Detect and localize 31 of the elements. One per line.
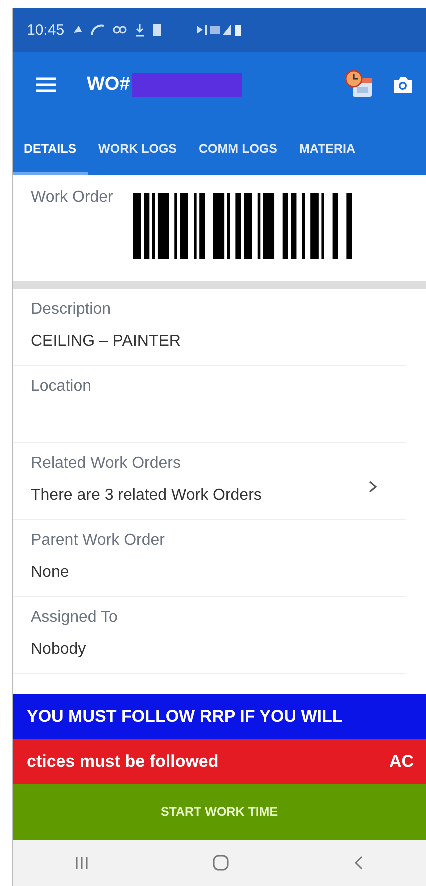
- calendar-clock-icon: [344, 70, 374, 100]
- field-label: Assigned To: [31, 609, 119, 627]
- chevron-right-icon: [368, 480, 378, 494]
- back-icon[interactable]: [352, 854, 365, 872]
- camera-icon: [392, 75, 414, 95]
- tab[interactable]: MATERIA: [288, 118, 366, 175]
- window-title: WO#: [87, 74, 130, 96]
- field-label: Work Order: [31, 189, 114, 207]
- field-label: Location: [31, 378, 92, 396]
- banner-text: AC: [389, 752, 414, 772]
- field-label: Parent Work Order: [31, 532, 166, 550]
- banner-text: YOU MUST FOLLOW RRP IF YOU WILL: [27, 706, 343, 726]
- field-value: There are 3 related Work Orders: [31, 487, 263, 505]
- tab[interactable]: DETAILS: [13, 118, 88, 175]
- field-value: Nobody: [31, 641, 88, 659]
- recents-icon[interactable]: [74, 855, 90, 871]
- field-label: Related Work Orders: [31, 455, 182, 473]
- wifi-icon: [90, 23, 105, 37]
- status-time: 10:45: [27, 22, 65, 38]
- start-work-time-button[interactable]: START WORK TIME: [13, 784, 426, 840]
- download-icon: [134, 23, 145, 37]
- home-icon[interactable]: [212, 854, 230, 872]
- field-value: None: [31, 564, 70, 582]
- voicemail-icon: [112, 25, 127, 35]
- field-value: CEILING – PAINTER: [31, 333, 182, 351]
- battery-icon: [152, 24, 161, 36]
- menu-icon: [35, 77, 57, 93]
- banner-text: ctices must be followed: [27, 752, 219, 772]
- field-label: Description: [31, 301, 112, 319]
- tab[interactable]: WORK LOGS: [88, 118, 188, 175]
- tab[interactable]: COMM LOGS: [188, 118, 288, 175]
